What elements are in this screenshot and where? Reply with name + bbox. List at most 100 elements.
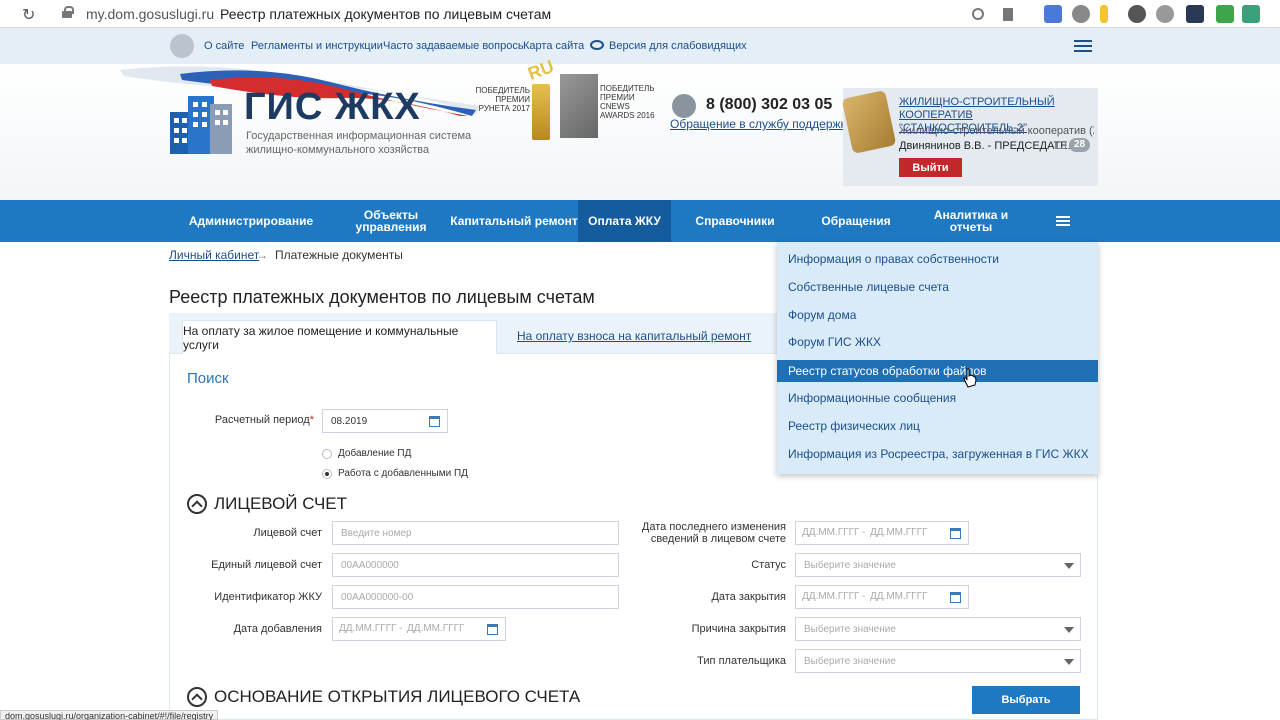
added-date-label: Дата добавления bbox=[233, 623, 322, 635]
chevron-down-icon bbox=[1064, 563, 1074, 569]
messages-count-badge[interactable]: 28 bbox=[1069, 138, 1091, 152]
support-link[interactable]: Обращение в службу поддержки bbox=[670, 117, 853, 131]
status-label: Статус bbox=[751, 559, 786, 571]
evernote-extension-icon[interactable] bbox=[1216, 5, 1234, 23]
page-title: Реестр платежных документов по лицевым с… bbox=[169, 287, 595, 307]
jku-id-label: Идентификатор ЖКУ bbox=[214, 591, 322, 603]
bookmark-icon[interactable] bbox=[1003, 8, 1013, 21]
basis-section-heading[interactable]: ОСНОВАНИЕ ОТКРЫТИЯ ЛИЦЕВОГО СЧЕТА bbox=[214, 687, 580, 707]
menu-item-own-accounts[interactable]: Собственные лицевые счета bbox=[777, 276, 1098, 298]
calendar-icon[interactable] bbox=[429, 416, 440, 427]
key-icon bbox=[841, 90, 897, 154]
emblem-icon bbox=[170, 34, 194, 58]
logout-button[interactable]: Выйти bbox=[899, 158, 962, 177]
chevron-down-icon bbox=[1064, 627, 1074, 633]
last-change-date-range[interactable]: ДД.ММ.ГГГГ - ДД.ММ.ГГГГ bbox=[795, 521, 969, 545]
menu-item-file-status-registry[interactable]: Реестр статусов обработки файлов bbox=[777, 360, 1098, 382]
menu-item-individuals-registry[interactable]: Реестр физических лиц bbox=[777, 415, 1098, 437]
gear-extension-icon[interactable] bbox=[1156, 5, 1174, 23]
close-date-label: Дата закрытия bbox=[711, 591, 786, 603]
menu-item-info-messages[interactable]: Информационные сообщения bbox=[777, 387, 1098, 409]
payer-type-select[interactable]: Выберите значение bbox=[795, 649, 1081, 673]
organization-card: ЖИЛИЩНО-СТРОИТЕЛЬНЫЙ КООПЕРАТИВ "СТАНКОС… bbox=[841, 88, 1098, 186]
select-button[interactable]: Выбрать bbox=[972, 686, 1080, 714]
nav-analytics[interactable]: Аналитика и отчеты bbox=[913, 200, 1029, 242]
search-label: Поиск bbox=[187, 370, 229, 387]
screenshot-extension-icon[interactable] bbox=[1186, 5, 1204, 23]
award-runet-text: ПОБЕДИТЕЛЬ ПРЕМИИ РУНЕТА 2017 bbox=[475, 86, 530, 113]
browser-address-bar[interactable]: ↻ my.dom.gosuslugi.ru Реестр платежных д… bbox=[0, 0, 1280, 28]
calendar-icon[interactable] bbox=[950, 528, 961, 539]
faq-link[interactable]: Часто задаваемые вопросы bbox=[383, 40, 526, 52]
nav-payment[interactable]: Оплата ЖКУ bbox=[578, 200, 671, 242]
accessibility-link[interactable]: Версия для слабовидящих bbox=[609, 40, 747, 52]
yandex-extension-icon[interactable] bbox=[1100, 5, 1108, 23]
radio-work-pd-label[interactable]: Работа с добавленными ПД bbox=[338, 468, 468, 479]
award-cnews-text: ПОБЕДИТЕЛЬ ПРЕМИИ CNEWS AWARDS 2016 bbox=[600, 84, 655, 120]
last-change-label: Дата последнего изменения сведений в лиц… bbox=[641, 521, 786, 545]
top-links-bar: О сайте Регламенты и инструкции Часто за… bbox=[0, 28, 1280, 64]
close-reason-select[interactable]: Выберите значение bbox=[795, 617, 1081, 641]
radio-add-pd[interactable] bbox=[322, 449, 332, 459]
location-extension-icon[interactable] bbox=[1242, 5, 1260, 23]
nav-appeals[interactable]: Обращения bbox=[799, 200, 913, 242]
status-bar-url: dom.gosuslugi.ru/organization-cabinet/#!… bbox=[0, 710, 219, 720]
nav-dropdown-menu: Информация о правах собственности Собств… bbox=[777, 242, 1098, 474]
status-select[interactable]: Выберите значение bbox=[795, 553, 1081, 577]
menu-icon[interactable] bbox=[1074, 40, 1092, 52]
tab-housing-utilities[interactable]: На оплату за жилое помещение и коммуналь… bbox=[182, 320, 497, 354]
search-icon[interactable] bbox=[972, 8, 984, 20]
chevron-down-icon bbox=[1064, 659, 1074, 665]
award-cnews-icon bbox=[560, 74, 598, 138]
about-link[interactable]: О сайте bbox=[204, 40, 244, 52]
user-name: Двинянинов В.В. - ПРЕДСЕДАТЕ... bbox=[899, 140, 1077, 152]
payer-type-label: Тип плательщика bbox=[697, 655, 786, 667]
menu-item-gis-forum[interactable]: Форум ГИС ЖКХ bbox=[777, 331, 1098, 353]
url-domain[interactable]: my.dom.gosuslugi.ru bbox=[86, 6, 214, 22]
period-input[interactable]: 08.2019 bbox=[322, 409, 448, 433]
jku-id-input[interactable]: 00АА000000-00 bbox=[332, 585, 619, 609]
settings-extension-icon[interactable] bbox=[1072, 5, 1090, 23]
main-nav: Администрирование Объекты управления Кап… bbox=[0, 200, 1280, 242]
nav-directories[interactable]: Справочники bbox=[671, 200, 799, 242]
close-date-range[interactable]: ДД.ММ.ГГГГ - ДД.ММ.ГГГГ bbox=[795, 585, 969, 609]
period-label: Расчетный период* bbox=[214, 414, 314, 426]
breadcrumb-current: Платежные документы bbox=[275, 248, 403, 262]
breadcrumb-cabinet-link[interactable]: Личный кабинет bbox=[169, 248, 259, 262]
organization-type: Жилищно-строительный кооператив (Ж... bbox=[899, 125, 1094, 137]
collapse-basis-icon[interactable] bbox=[187, 687, 207, 707]
radio-work-pd[interactable] bbox=[322, 469, 332, 479]
lock-icon bbox=[62, 6, 74, 18]
calendar-icon[interactable] bbox=[487, 624, 498, 635]
menu-item-rosreestr-info[interactable]: Информация из Росреестра, загруженная в … bbox=[777, 443, 1098, 465]
logo-buildings-icon bbox=[170, 96, 232, 154]
nav-capital-repair[interactable]: Капитальный ремонт bbox=[450, 200, 578, 242]
unified-account-label: Единый лицевой счет bbox=[211, 559, 322, 571]
url-page-title[interactable]: Реестр платежных документов по лицевым с… bbox=[220, 6, 551, 22]
eye-icon[interactable] bbox=[590, 40, 604, 50]
logo-title[interactable]: ГИС ЖКХ bbox=[244, 86, 421, 129]
calendar-icon[interactable] bbox=[950, 592, 961, 603]
mail-icon[interactable] bbox=[1055, 141, 1066, 149]
added-date-range[interactable]: ДД.ММ.ГГГГ - ДД.ММ.ГГГГ bbox=[332, 617, 506, 641]
radio-add-pd-label[interactable]: Добавление ПД bbox=[338, 448, 411, 459]
translate-extension-icon[interactable] bbox=[1044, 5, 1062, 23]
account-section-heading[interactable]: ЛИЦЕВОЙ СЧЕТ bbox=[214, 494, 347, 514]
nav-management-objects[interactable]: Объекты управления bbox=[332, 200, 450, 242]
sitemap-link[interactable]: Карта сайта bbox=[523, 40, 584, 52]
account-input[interactable]: Введите номер bbox=[332, 521, 619, 545]
nav-administration[interactable]: Администрирование bbox=[170, 200, 332, 242]
menu-item-property-rights[interactable]: Информация о правах собственности bbox=[777, 248, 1098, 270]
unified-account-input[interactable]: 00АА000000 bbox=[332, 553, 619, 577]
film-extension-icon[interactable] bbox=[1128, 5, 1146, 23]
collapse-account-icon[interactable] bbox=[187, 494, 207, 514]
regulations-link[interactable]: Регламенты и инструкции bbox=[251, 40, 383, 52]
phone-icon bbox=[672, 94, 696, 118]
reload-icon[interactable]: ↻ bbox=[22, 5, 35, 25]
logo-subtitle: Государственная информационная система ж… bbox=[246, 130, 472, 156]
menu-item-house-forum[interactable]: Форум дома bbox=[777, 304, 1098, 326]
nav-menu-icon[interactable] bbox=[1056, 216, 1070, 226]
breadcrumb-separator: → bbox=[256, 248, 268, 262]
site-header: ГИС ЖКХ Государственная информационная с… bbox=[0, 56, 1280, 200]
tab-capital-repair[interactable]: На оплату взноса на капитальный ремонт bbox=[517, 329, 751, 343]
